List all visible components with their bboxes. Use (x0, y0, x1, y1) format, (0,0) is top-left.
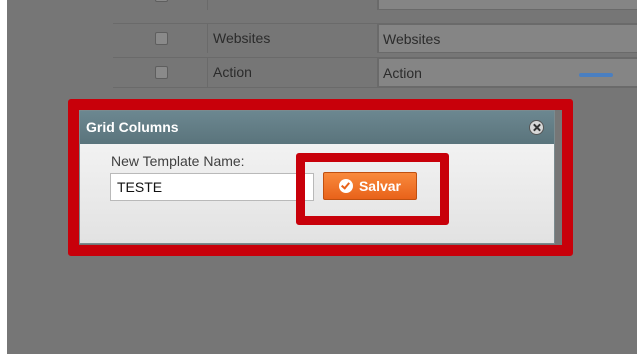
check-circle-icon (338, 179, 353, 193)
table-row: Websites Websites (113, 23, 637, 53)
column-value-cell[interactable]: Websites (378, 24, 637, 53)
checkbox-cell (113, 58, 208, 87)
column-name-cell: Action (208, 58, 378, 87)
close-icon[interactable] (529, 120, 544, 135)
column-name-cell: Websites (208, 24, 378, 53)
save-button-label: Salvar (358, 178, 402, 194)
checkbox-icon[interactable] (155, 0, 168, 2)
dialog-header: Grid Columns (80, 111, 554, 144)
save-button[interactable]: Salvar (323, 172, 417, 200)
checkbox-icon[interactable] (155, 32, 168, 45)
dialog-title: Grid Columns (86, 119, 179, 135)
checkbox-cell (113, 0, 208, 10)
checkbox-icon[interactable] (155, 66, 168, 79)
column-name-cell (208, 0, 378, 10)
column-value-text: Action (383, 65, 422, 81)
template-name-input[interactable] (110, 173, 314, 201)
template-name-label: New Template Name: (111, 153, 245, 169)
column-value-cell[interactable]: Action (378, 58, 637, 87)
column-value-cell[interactable] (378, 0, 637, 10)
table-row: Action Action (113, 57, 637, 88)
checkbox-cell (113, 24, 208, 53)
table-row (113, 0, 637, 10)
drag-handle[interactable] (579, 73, 613, 77)
